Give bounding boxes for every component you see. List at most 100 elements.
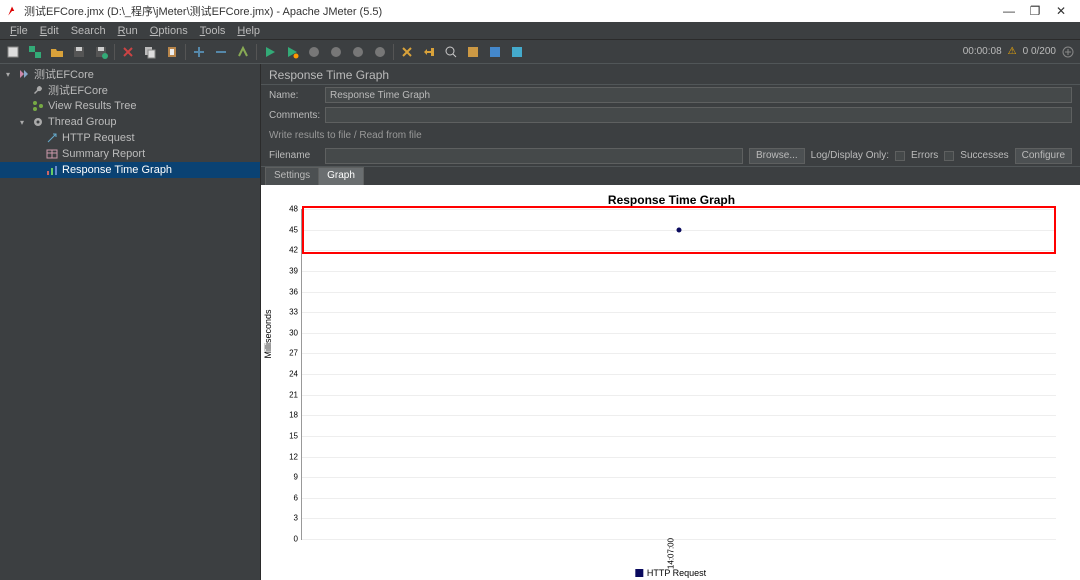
ytick: 45 <box>284 225 298 234</box>
configure-button[interactable]: Configure <box>1015 148 1072 164</box>
tree-node-view-results-tree[interactable]: View Results Tree <box>0 98 260 114</box>
window-minimize-button[interactable]: — <box>996 4 1022 18</box>
stop-icon[interactable] <box>304 42 324 62</box>
clear-icon[interactable] <box>397 42 417 62</box>
menu-file[interactable]: File <box>4 25 34 37</box>
comments-input[interactable] <box>325 107 1072 123</box>
chart-ylabel: Milliseconds <box>263 309 273 358</box>
remote-start-icon[interactable] <box>348 42 368 62</box>
errors-cb-label: Errors <box>911 150 938 161</box>
tree-node-thread-group[interactable]: ▾Thread Group <box>0 114 260 130</box>
data-point <box>677 227 682 232</box>
paste-icon[interactable] <box>162 42 182 62</box>
tab-graph[interactable]: Graph <box>318 167 364 185</box>
filename-label: Filename <box>269 150 319 161</box>
legend-label: HTTP Request <box>647 568 706 578</box>
panel-heading: Response Time Graph <box>261 64 1080 85</box>
remote-stop-icon[interactable] <box>370 42 390 62</box>
ytick: 24 <box>284 370 298 379</box>
gear-icon <box>32 116 44 128</box>
menu-bar: File Edit Search Run Options Tools Help <box>0 22 1080 40</box>
ytick: 36 <box>284 287 298 296</box>
tab-settings[interactable]: Settings <box>265 167 319 185</box>
save-as-icon[interactable] <box>91 42 111 62</box>
save-icon[interactable] <box>69 42 89 62</box>
wrench-icon <box>32 84 44 96</box>
ytick: 12 <box>284 452 298 461</box>
thread-count: 0 0/200 <box>1023 46 1056 57</box>
window-maximize-button[interactable]: ❐ <box>1022 4 1048 18</box>
tree-node-测试efcore[interactable]: ▾测试EFCore <box>0 66 260 82</box>
reset-search-icon[interactable] <box>463 42 483 62</box>
clear-all-icon[interactable] <box>419 42 439 62</box>
expand-icon[interactable] <box>189 42 209 62</box>
templates-icon[interactable] <box>25 42 45 62</box>
ytick: 33 <box>284 308 298 317</box>
ytick: 15 <box>284 431 298 440</box>
name-input[interactable] <box>325 87 1072 103</box>
graph-tabs: Settings Graph <box>261 167 1080 185</box>
tree-icon <box>32 100 44 112</box>
open-icon[interactable] <box>47 42 67 62</box>
chart-legend: HTTP Request <box>635 568 706 578</box>
menu-run[interactable]: Run <box>112 25 144 37</box>
write-results-hint: Write results to file / Read from file <box>269 130 422 141</box>
successes-cb-label: Successes <box>960 150 1008 161</box>
menu-edit[interactable]: Edit <box>34 25 65 37</box>
ytick: 21 <box>284 390 298 399</box>
ytick: 18 <box>284 411 298 420</box>
help-icon[interactable] <box>507 42 527 62</box>
legend-swatch <box>635 569 643 577</box>
ytick: 27 <box>284 349 298 358</box>
tree-node-http-request[interactable]: HTTP Request <box>0 130 260 146</box>
stop-threads-icon[interactable] <box>1062 46 1074 58</box>
filename-input[interactable] <box>325 148 743 164</box>
tree-node-测试efcore[interactable]: 测试EFCore <box>0 82 260 98</box>
copy-icon[interactable] <box>140 42 160 62</box>
ytick: 48 <box>284 205 298 214</box>
table-icon <box>46 148 58 160</box>
test-plan-tree[interactable]: ▾测试EFCore测试EFCoreView Results Tree▾Threa… <box>0 64 261 580</box>
ytick: 3 <box>284 514 298 523</box>
logdisplay-label: Log/Display Only: <box>811 150 889 161</box>
browse-button[interactable]: Browse... <box>749 148 805 164</box>
start-no-pause-icon[interactable] <box>282 42 302 62</box>
ytick: 42 <box>284 246 298 255</box>
http-icon <box>46 132 58 144</box>
menu-tools[interactable]: Tools <box>194 25 232 37</box>
menu-help[interactable]: Help <box>231 25 266 37</box>
ytick: 9 <box>284 473 298 482</box>
jmeter-logo-icon <box>6 5 18 17</box>
ytick: 0 <box>284 535 298 544</box>
xtick: 14:07:00 <box>666 538 675 569</box>
plan-icon <box>18 68 30 80</box>
window-title: 测试EFCore.jmx (D:\_程序\jMeter\测试EFCore.jmx… <box>24 3 382 19</box>
menu-options[interactable]: Options <box>144 25 194 37</box>
toolbar: 00:00:08 ⚠ 0 0/200 <box>0 40 1080 64</box>
search-icon[interactable] <box>441 42 461 62</box>
toggle-icon[interactable] <box>233 42 253 62</box>
chart-icon <box>46 164 58 176</box>
name-label: Name: <box>269 90 319 101</box>
tree-node-response-time-graph[interactable]: Response Time Graph <box>0 162 260 178</box>
tree-node-summary-report[interactable]: Summary Report <box>0 146 260 162</box>
toolbar-status: 00:00:08 ⚠ 0 0/200 <box>963 46 1078 58</box>
cut-icon[interactable] <box>118 42 138 62</box>
comments-label: Comments: <box>269 110 319 121</box>
successes-checkbox[interactable] <box>944 151 954 161</box>
shutdown-icon[interactable] <box>326 42 346 62</box>
ytick: 30 <box>284 328 298 337</box>
chart-plot: 036912151821242730333639424548 <box>301 209 1056 540</box>
elapsed-time: 00:00:08 <box>963 46 1002 57</box>
errors-checkbox[interactable] <box>895 151 905 161</box>
menu-search[interactable]: Search <box>65 25 112 37</box>
warning-icon[interactable]: ⚠ <box>1008 46 1017 57</box>
start-icon[interactable] <box>260 42 280 62</box>
collapse-icon[interactable] <box>211 42 231 62</box>
chart-area: Response Time Graph Milliseconds 0369121… <box>261 185 1080 580</box>
function-helper-icon[interactable] <box>485 42 505 62</box>
window-close-button[interactable]: ✕ <box>1048 4 1074 18</box>
window-titlebar: 测试EFCore.jmx (D:\_程序\jMeter\测试EFCore.jmx… <box>0 0 1080 22</box>
new-icon[interactable] <box>3 42 23 62</box>
ytick: 6 <box>284 493 298 502</box>
